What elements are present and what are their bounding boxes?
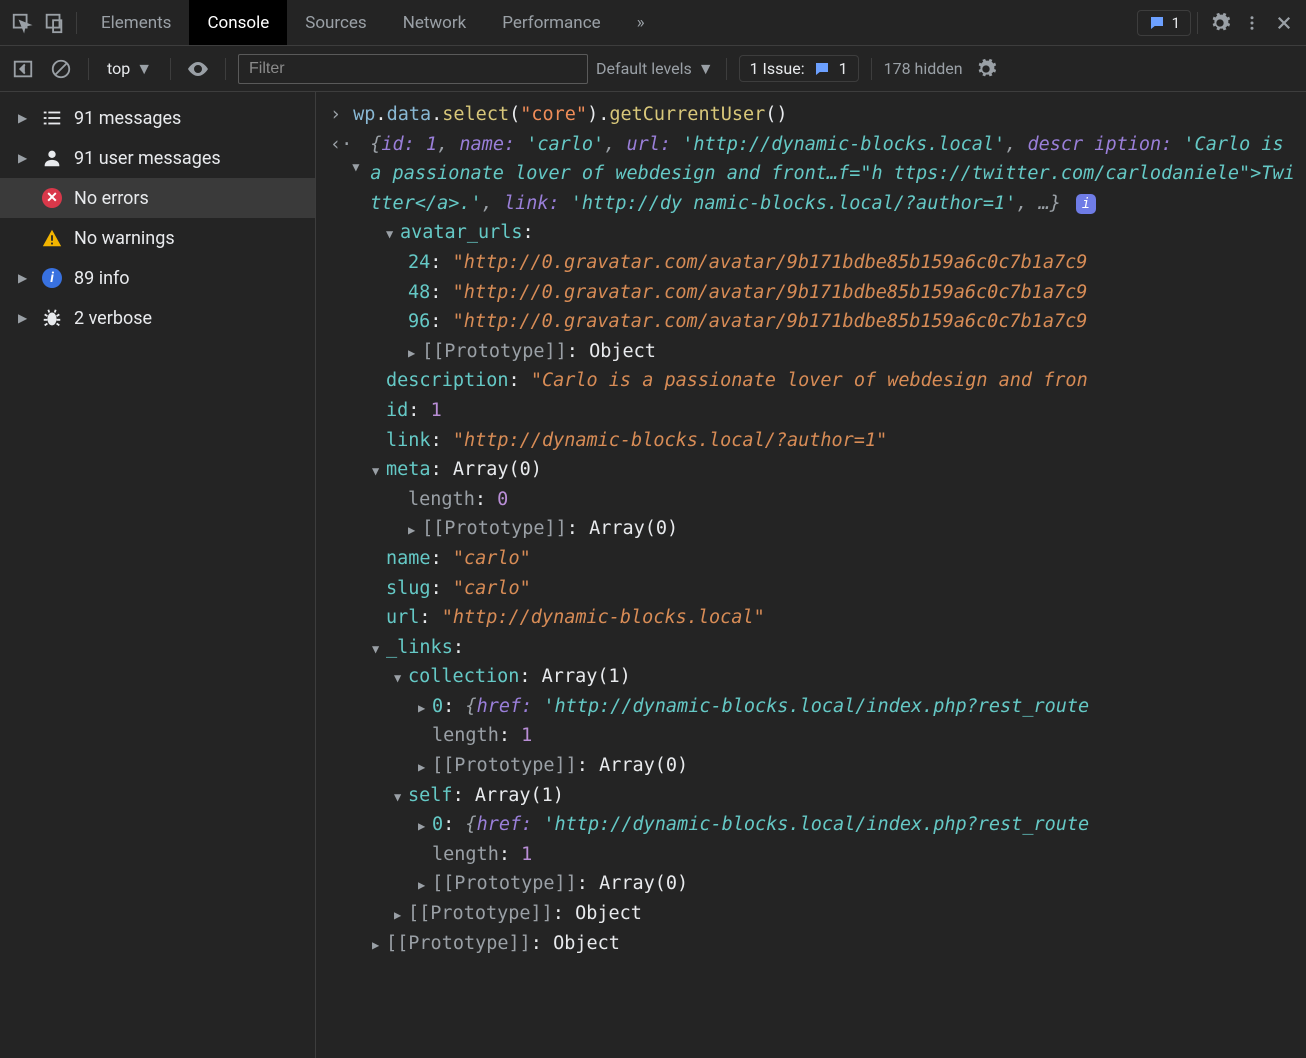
prop-slug[interactable]: slug: "carlo" <box>316 574 1306 604</box>
expand-toggle-icon[interactable]: ▼ <box>394 788 408 807</box>
sidebar-item-user-messages[interactable]: ▶ 91 user messages <box>0 138 315 178</box>
warning-icon <box>40 226 64 250</box>
output-arrow-icon: ‹· <box>330 130 352 219</box>
clear-console-icon[interactable] <box>46 54 76 84</box>
prop-name[interactable]: name: "carlo" <box>316 544 1306 574</box>
chevron-down-icon: ▼ <box>136 59 152 79</box>
prop-self-0[interactable]: ▶0: {href: 'http://dynamic-blocks.local/… <box>316 810 1306 840</box>
expand-toggle-icon[interactable]: ▶ <box>418 758 432 777</box>
sidebar-item-errors[interactable]: ▶ ✕ No errors <box>0 178 315 218</box>
tab-sources[interactable]: Sources <box>287 0 384 45</box>
prop-prototype[interactable]: ▶[[Prototype]]: Array(0) <box>316 869 1306 899</box>
issues-chip[interactable]: 1 <box>1137 10 1191 36</box>
console-sidebar: ▶ 91 messages ▶ 91 user messages ▶ ✕ No … <box>0 92 316 1058</box>
select-element-icon[interactable] <box>6 7 38 39</box>
prop-prototype[interactable]: ▶[[Prototype]]: Array(0) <box>316 751 1306 781</box>
sidebar-item-warnings[interactable]: ▶ No warnings <box>0 218 315 258</box>
prop-links[interactable]: ▼_links: <box>316 633 1306 663</box>
expand-toggle-icon[interactable]: ▼ <box>372 640 386 659</box>
issues-button[interactable]: 1 Issue: 1 <box>739 55 859 82</box>
tab-performance[interactable]: Performance <box>484 0 618 45</box>
prop-description[interactable]: description: "Carlo is a passionate love… <box>316 366 1306 396</box>
expand-toggle-icon[interactable]: ▼ <box>352 158 366 177</box>
close-icon[interactable] <box>1268 7 1300 39</box>
expand-toggle-icon[interactable]: ▶ <box>418 876 432 895</box>
bug-icon <box>40 306 64 330</box>
prop-avatar-urls[interactable]: ▼avatar_urls: <box>316 218 1306 248</box>
prop-link[interactable]: link: "http://dynamic-blocks.local/?auth… <box>316 426 1306 456</box>
chevron-down-icon: ▼ <box>698 59 714 79</box>
expand-toggle-icon[interactable]: ▶ <box>418 817 432 836</box>
prop-prototype[interactable]: ▶[[Prototype]]: Array(0) <box>316 514 1306 544</box>
devtools-tabbar: Elements Console Sources Network Perform… <box>0 0 1306 46</box>
console-result-summary[interactable]: ‹· ▼ {id: 1, name: 'carlo', url: 'http:/… <box>316 130 1306 219</box>
prop-collection[interactable]: ▼collection: Array(1) <box>316 662 1306 692</box>
prop-length[interactable]: length: 1 <box>316 721 1306 751</box>
settings-icon[interactable] <box>1204 7 1236 39</box>
prop-url[interactable]: url: "http://dynamic-blocks.local" <box>316 603 1306 633</box>
sidebar-toggle-icon[interactable] <box>8 54 38 84</box>
prop-collection-0[interactable]: ▶0: {href: 'http://dynamic-blocks.local/… <box>316 692 1306 722</box>
tab-overflow[interactable]: » <box>619 0 663 45</box>
input-arrow-icon: › <box>330 104 341 125</box>
console-command[interactable]: ›wp.data.select("core").getCurrentUser() <box>316 100 1306 130</box>
prop-length[interactable]: length: 1 <box>316 840 1306 870</box>
prop-avatar-96[interactable]: 96: "http://0.gravatar.com/avatar/9b171b… <box>316 307 1306 337</box>
list-icon <box>40 106 64 130</box>
info-icon: i <box>40 266 64 290</box>
error-icon: ✕ <box>40 186 64 210</box>
expand-toggle-icon[interactable]: ▶ <box>418 699 432 718</box>
expand-toggle-icon[interactable]: ▶ <box>372 936 386 955</box>
prop-id[interactable]: id: 1 <box>316 396 1306 426</box>
context-selector[interactable]: top ▼ <box>101 59 158 79</box>
log-levels-selector[interactable]: Default levels ▼ <box>596 59 714 79</box>
prop-prototype[interactable]: ▶[[Prototype]]: Object <box>316 899 1306 929</box>
sidebar-item-messages[interactable]: ▶ 91 messages <box>0 98 315 138</box>
console-output: ›wp.data.select("core").getCurrentUser()… <box>316 92 1306 1058</box>
prop-length[interactable]: length: 0 <box>316 485 1306 515</box>
kebab-menu-icon[interactable] <box>1236 7 1268 39</box>
expand-toggle-icon[interactable]: ▼ <box>372 462 386 481</box>
prop-avatar-24[interactable]: 24: "http://0.gravatar.com/avatar/9b171b… <box>316 248 1306 278</box>
prop-prototype[interactable]: ▶[[Prototype]]: Object <box>316 337 1306 367</box>
tab-elements[interactable]: Elements <box>83 0 189 45</box>
expand-toggle-icon[interactable]: ▼ <box>386 225 400 244</box>
sidebar-item-info[interactable]: ▶ i 89 info <box>0 258 315 298</box>
prop-prototype[interactable]: ▶[[Prototype]]: Object <box>316 929 1306 959</box>
filter-input[interactable] <box>238 54 588 84</box>
tab-network[interactable]: Network <box>385 0 485 45</box>
console-toolbar: top ▼ Default levels ▼ 1 Issue: 1 178 hi… <box>0 46 1306 92</box>
info-badge-icon[interactable]: i <box>1076 194 1096 214</box>
prop-meta[interactable]: ▼meta: Array(0) <box>316 455 1306 485</box>
prop-self[interactable]: ▼self: Array(1) <box>316 781 1306 811</box>
expand-toggle-icon[interactable]: ▶ <box>394 906 408 925</box>
expand-toggle-icon[interactable]: ▶ <box>408 521 422 540</box>
tab-console[interactable]: Console <box>189 0 287 45</box>
live-expression-icon[interactable] <box>183 54 213 84</box>
hidden-count[interactable]: 178 hidden <box>884 59 963 78</box>
device-toolbar-icon[interactable] <box>38 7 70 39</box>
expand-toggle-icon[interactable]: ▶ <box>408 344 422 363</box>
sidebar-item-verbose[interactable]: ▶ 2 verbose <box>0 298 315 338</box>
issues-count: 1 <box>1172 14 1180 32</box>
prop-avatar-48[interactable]: 48: "http://0.gravatar.com/avatar/9b171b… <box>316 278 1306 308</box>
expand-toggle-icon[interactable]: ▼ <box>394 669 408 688</box>
user-icon <box>40 146 64 170</box>
console-settings-icon[interactable] <box>971 54 1001 84</box>
